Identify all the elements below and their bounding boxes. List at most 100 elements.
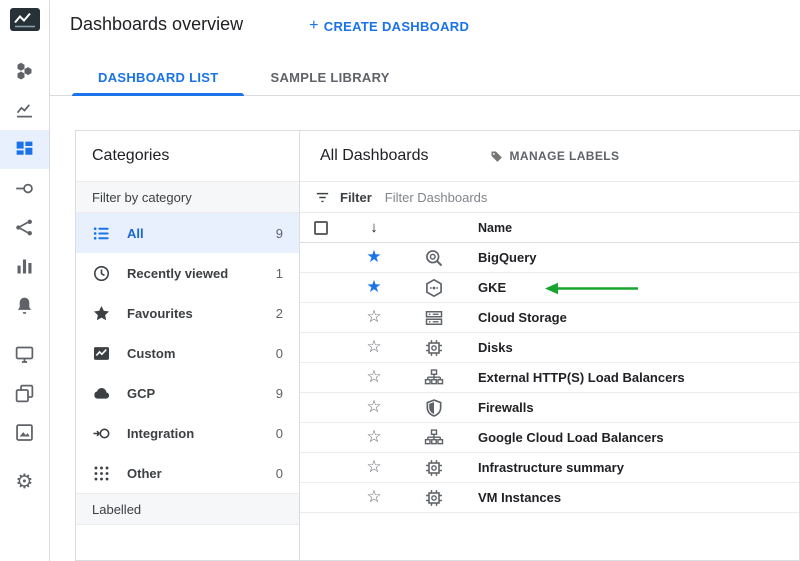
bigquery-icon	[424, 248, 444, 268]
filter-by-category-header: Filter by category	[76, 181, 299, 213]
category-item-favourites[interactable]: Favourites 2	[76, 293, 299, 333]
dashboard-name[interactable]: External HTTP(S) Load Balancers	[464, 370, 799, 385]
favorite-star[interactable]	[366, 278, 381, 295]
select-all-checkbox[interactable]	[314, 220, 328, 235]
disks-icon	[424, 338, 444, 358]
content: Categories Filter by category All 9 Rece…	[50, 96, 800, 561]
page-header: Dashboards overview + CREATE DASHBOARD	[50, 0, 800, 60]
favorite-star[interactable]	[366, 458, 381, 475]
nav-arrow-circle-icon[interactable]	[0, 169, 49, 208]
favorite-star[interactable]	[366, 368, 381, 385]
category-label: All	[127, 225, 144, 241]
page-title: Dashboards overview	[70, 14, 244, 34]
dashboard-name[interactable]: Google Cloud Load Balancers	[464, 430, 799, 445]
dashboard-name[interactable]: VM Instances	[464, 490, 799, 505]
category-item-other[interactable]: Other 0	[76, 453, 299, 493]
table-row[interactable]: VM Instances	[300, 483, 799, 513]
gke-icon	[424, 278, 444, 298]
tab-dashboard-list[interactable]: DASHBOARD LIST	[72, 60, 245, 96]
category-item-custom[interactable]: Custom 0	[76, 333, 299, 373]
tab-sample-library[interactable]: SAMPLE LIBRARY	[244, 60, 415, 95]
vm-instances-icon	[424, 488, 444, 508]
integration-icon	[92, 424, 111, 443]
dashboard-name[interactable]: Infrastructure summary	[464, 460, 799, 475]
load-balancer-icon	[424, 428, 444, 448]
nav-layers-icon[interactable]	[0, 374, 49, 413]
category-item-gcp[interactable]: GCP 9	[76, 373, 299, 413]
sort-arrow-icon[interactable]: ↓	[370, 219, 378, 236]
category-label: Favourites	[127, 305, 193, 321]
nav-line-chart-icon[interactable]	[0, 91, 49, 130]
favorite-star[interactable]	[366, 398, 381, 415]
create-dashboard-button[interactable]: + CREATE DASHBOARD	[309, 17, 469, 35]
label-tag-icon	[491, 151, 502, 162]
filter-icon	[316, 192, 329, 202]
category-label: Integration	[127, 425, 195, 441]
favorite-star[interactable]	[366, 308, 381, 325]
create-dashboard-label: CREATE DASHBOARD	[323, 18, 470, 34]
nav-monitor-icon[interactable]	[0, 335, 49, 374]
firewall-shield-icon	[424, 398, 444, 418]
nav-image-icon[interactable]	[0, 413, 49, 452]
annotation-arrow	[545, 282, 638, 295]
nav-icons: ⚙	[0, 52, 49, 501]
dashboard-name[interactable]: BigQuery	[464, 250, 799, 265]
table-row[interactable]: Cloud Storage	[300, 303, 799, 333]
category-label: Other	[127, 465, 162, 481]
favorite-star[interactable]	[366, 488, 381, 505]
category-count: 0	[275, 425, 283, 441]
favorite-star[interactable]	[366, 338, 381, 355]
nav-dashboards-icon[interactable]	[0, 130, 49, 169]
infrastructure-icon	[424, 458, 444, 478]
category-count: 9	[275, 225, 283, 241]
custom-dashboard-icon	[92, 344, 111, 363]
dashboard-name[interactable]: Firewalls	[464, 400, 799, 415]
dashboards-title: All Dashboards	[320, 147, 429, 164]
table-row[interactable]: BigQuery	[300, 243, 799, 273]
list-icon	[92, 224, 111, 243]
category-count: 9	[275, 385, 283, 401]
main-area: Dashboards overview + CREATE DASHBOARD D…	[50, 0, 800, 561]
nav-nodes-icon[interactable]	[0, 208, 49, 247]
nav-hexagon-cluster-icon[interactable]	[0, 52, 49, 91]
category-item-recently-viewed[interactable]: Recently viewed 1	[76, 253, 299, 293]
manage-labels-label: MANAGE LABELS	[509, 149, 620, 163]
clock-icon	[92, 264, 111, 283]
dashboard-name[interactable]: Disks	[464, 340, 799, 355]
filter-dashboards-input[interactable]	[384, 189, 785, 205]
cloud-icon	[92, 384, 111, 403]
table-row[interactable]: Google Cloud Load Balancers	[300, 423, 799, 453]
nav-rail: ⚙	[0, 0, 50, 561]
category-label: Recently viewed	[127, 265, 229, 281]
table-row[interactable]: Infrastructure summary	[300, 453, 799, 483]
dashboard-name[interactable]: Cloud Storage	[464, 310, 799, 325]
favorite-star[interactable]	[366, 428, 381, 445]
category-item-all[interactable]: All 9	[76, 213, 299, 253]
dashboards-panel: All Dashboards MANAGE LABELS Filter ↓ Na…	[299, 130, 800, 561]
filter-label: Filter	[340, 189, 372, 205]
table-row[interactable]: Firewalls	[300, 393, 799, 423]
dots-grid-icon	[92, 464, 111, 483]
nav-gear-icon[interactable]: ⚙	[0, 462, 49, 501]
category-label: GCP	[127, 385, 156, 401]
categories-title: Categories	[92, 147, 170, 164]
categories-panel: Categories Filter by category All 9 Rece…	[75, 130, 300, 561]
name-column-header[interactable]: Name	[464, 221, 799, 235]
favorite-star[interactable]	[366, 248, 381, 265]
monitoring-logo[interactable]	[9, 8, 40, 36]
category-item-integration[interactable]: Integration 0	[76, 413, 299, 453]
table-row[interactable]: External HTTP(S) Load Balancers	[300, 363, 799, 393]
category-count: 1	[275, 265, 283, 281]
table-row[interactable]: Disks	[300, 333, 799, 363]
nav-bar-chart-icon[interactable]	[0, 247, 49, 286]
star-icon	[92, 304, 111, 323]
tab-bar: DASHBOARD LIST SAMPLE LIBRARY	[50, 60, 800, 96]
manage-labels-button[interactable]: MANAGE LABELS	[489, 149, 620, 164]
table-header: ↓ Name	[300, 213, 799, 243]
category-count: 0	[275, 465, 283, 481]
dashboards-header: All Dashboards MANAGE LABELS	[300, 131, 799, 181]
category-count: 0	[275, 345, 283, 361]
labelled-header: Labelled	[76, 493, 299, 525]
nav-bell-icon[interactable]	[0, 286, 49, 325]
category-count: 2	[275, 305, 283, 321]
